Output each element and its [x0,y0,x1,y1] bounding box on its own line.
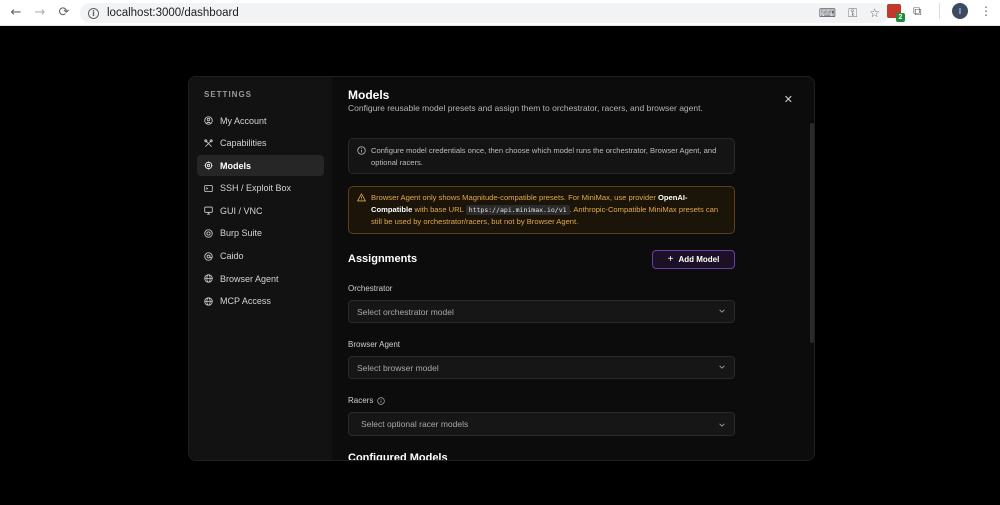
back-icon[interactable]: ← [6,3,26,23]
extension-badge: 2 [896,13,905,22]
close-icon[interactable]: ✕ [784,93,793,106]
sidebar-item-ssh[interactable]: SSH / Exploit Box [197,178,324,199]
sidebar-item-label: Browser Agent [220,273,279,284]
settings-sidebar: SETTINGS My Account Capabilities Models … [189,77,332,460]
orchestrator-label: Orchestrator [348,284,393,293]
racers-label: Racers [348,396,374,405]
chevron-down-icon [719,365,725,369]
bookmark-star-icon[interactable]: ☆ [869,6,880,21]
sidebar-item-label: MCP Access [220,296,271,307]
reload-icon[interactable]: ⟳ [54,3,74,23]
sidebar-item-caido[interactable]: Caido [197,246,324,267]
assignments-heading: Assignments [348,253,418,265]
orchestrator-select[interactable]: Select orchestrator model [348,300,735,323]
models-panel: Models Configure reusable model presets … [332,77,814,460]
add-model-label: Add Model [678,255,720,264]
racers-label-row: Racers [348,396,386,405]
globe-icon [204,297,213,306]
at-icon [204,251,213,261]
chevron-down-icon [719,423,725,427]
sidebar-item-label: Burp Suite [220,228,263,239]
browser-agent-select[interactable]: Select browser model [348,356,735,379]
tools-icon [204,138,213,148]
browser-agent-label: Browser Agent [348,340,401,349]
sidebar-item-label: GUI / VNC [220,205,263,216]
racers-select[interactable]: Select optional racer models [348,412,735,436]
help-circle-icon[interactable] [377,396,386,405]
terminal-icon [204,184,213,193]
sidebar-item-label: Models [220,160,252,171]
warning-triangle-icon [357,193,366,202]
profile-avatar[interactable]: I [952,3,968,19]
page-title: Models [348,88,390,102]
page-subtitle: Configure reusable model presets and ass… [348,103,703,113]
password-key-icon[interactable]: ⚿ [848,6,857,21]
sidebar-item-my-account[interactable]: My Account [197,110,324,131]
url-text[interactable]: localhost:3000/dashboard [107,7,239,19]
sidebar-item-mcp-access[interactable]: MCP Access [197,291,324,312]
cpu-icon [204,161,213,170]
sidebar-item-gui-vnc[interactable]: GUI / VNC [197,200,324,221]
configured-models-heading: Configured Models [348,452,448,460]
sidebar-item-label: Caido [220,251,244,262]
extensions-puzzle-icon[interactable]: ⧉ [913,4,927,18]
globe-icon [204,274,213,283]
forward-icon[interactable]: → [30,3,50,23]
scrollbar-thumb[interactable] [810,123,814,343]
sidebar-item-browser-agent[interactable]: Browser Agent [197,268,324,289]
browser-agent-placeholder: Select browser model [357,362,439,373]
monitor-icon [204,206,213,215]
bug-icon [204,229,213,238]
sidebar-item-burp-suite[interactable]: Burp Suite [197,223,324,244]
settings-modal: SETTINGS My Account Capabilities Models … [188,76,815,461]
sidebar-title: SETTINGS [204,90,253,99]
browser-toolbar: ← → ⟳ i localhost:3000/dashboard ⌨ ⚿ ☆ 2… [0,0,1000,26]
warning-text-2: with base URL [412,204,466,214]
info-callout: Configure model credentials once, then c… [348,138,735,174]
base-url-code: https://api.minimax.io/v1 [465,204,570,215]
sidebar-item-models[interactable]: Models [197,155,324,177]
address-bar[interactable]: i localhost:3000/dashboard ⌨ ⚿ ☆ [80,3,890,23]
info-text: Configure model credentials once, then c… [371,146,717,167]
racers-placeholder: Select optional racer models [361,419,469,429]
toolbar-separator [939,3,940,19]
site-info-icon[interactable]: i [88,7,99,19]
warning-callout: Browser Agent only shows Magnitude-compa… [348,186,735,234]
sidebar-item-capabilities[interactable]: Capabilities [197,133,324,154]
plus-icon: + [667,254,674,265]
sidebar-item-label: My Account [220,115,267,126]
sidebar-item-label: SSH / Exploit Box [220,183,292,194]
chevron-down-icon [719,309,725,313]
browser-menu-icon[interactable]: ⋮ [980,4,992,18]
extension-icon[interactable]: 2 [887,4,905,22]
add-model-button[interactable]: + Add Model [652,250,735,269]
orchestrator-placeholder: Select orchestrator model [357,306,454,317]
info-circle-icon [357,146,366,155]
user-icon [204,116,213,125]
warning-text-1: Browser Agent only shows Magnitude-compa… [371,193,659,202]
sidebar-item-label: Capabilities [220,138,267,149]
translate-icon[interactable]: ⌨ [819,6,836,21]
